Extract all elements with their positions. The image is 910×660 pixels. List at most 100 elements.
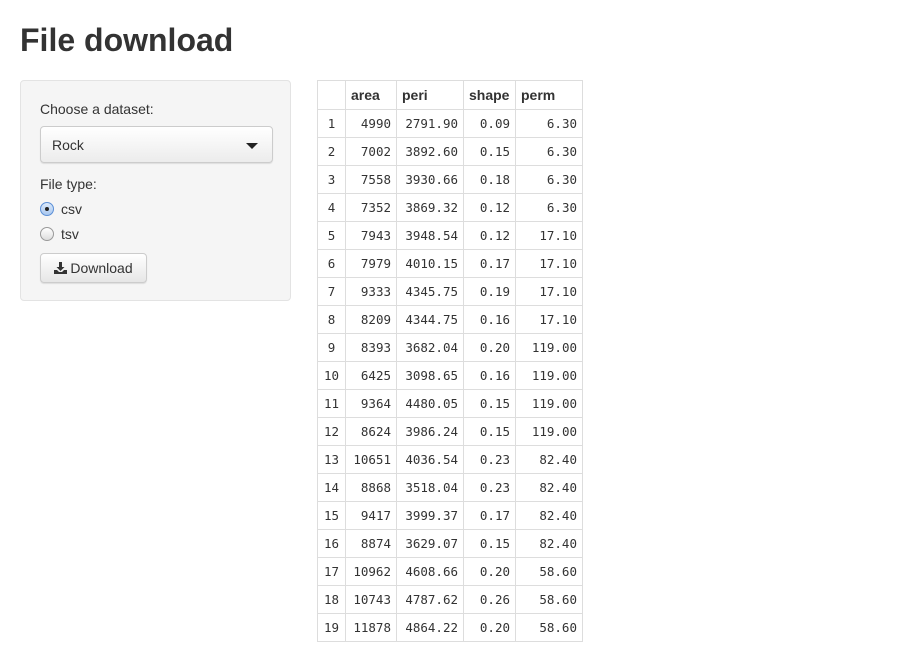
filetype-label: File type: (40, 176, 97, 192)
cell-perm: 17.10 (515, 249, 583, 278)
cell-shape: 0.16 (463, 361, 516, 390)
cell-peri: 3892.60 (396, 137, 464, 166)
cell-perm: 58.60 (515, 557, 583, 586)
cell-shape: 0.15 (463, 529, 516, 558)
table-row: 3 7558 3930.66 0.18 6.30 (317, 165, 583, 194)
cell-area: 6425 (345, 361, 397, 390)
table-row: 1 4990 2791.90 0.09 6.30 (317, 109, 583, 138)
radio-csv-label: csv (61, 201, 82, 217)
cell-area: 9333 (345, 277, 397, 306)
table-row: 17 10962 4608.66 0.20 58.60 (317, 557, 583, 586)
table-row: 9 8393 3682.04 0.20 119.00 (317, 333, 583, 362)
table-row: 16 8874 3629.07 0.15 82.40 (317, 529, 583, 558)
table-row: 6 7979 4010.15 0.17 17.10 (317, 249, 583, 278)
cell-perm: 17.10 (515, 221, 583, 250)
sidebar-panel: Choose a dataset: Rock File type: csv ts… (20, 80, 291, 301)
cell-perm: 119.00 (515, 389, 583, 418)
cell-row-index: 8 (317, 305, 346, 334)
cell-shape: 0.23 (463, 473, 516, 502)
cell-row-index: 9 (317, 333, 346, 362)
column-header-peri[interactable]: peri (396, 80, 464, 110)
cell-peri: 2791.90 (396, 109, 464, 138)
table-row: 19 11878 4864.22 0.20 58.60 (317, 613, 583, 642)
cell-row-index: 17 (317, 557, 346, 586)
column-header-shape[interactable]: shape (463, 80, 516, 110)
cell-peri: 3869.32 (396, 193, 464, 222)
dataset-select-value: Rock (52, 137, 84, 153)
cell-row-index: 7 (317, 277, 346, 306)
cell-peri: 4010.15 (396, 249, 464, 278)
cell-shape: 0.16 (463, 305, 516, 334)
table-row: 14 8868 3518.04 0.23 82.40 (317, 473, 583, 502)
cell-perm: 82.40 (515, 473, 583, 502)
cell-perm: 82.40 (515, 501, 583, 530)
cell-shape: 0.17 (463, 501, 516, 530)
column-header-area[interactable]: area (345, 80, 397, 110)
radio-unselected-icon[interactable] (40, 227, 54, 241)
cell-peri: 4036.54 (396, 445, 464, 474)
cell-peri: 3948.54 (396, 221, 464, 250)
table-row: 18 10743 4787.62 0.26 58.60 (317, 585, 583, 614)
cell-row-index: 14 (317, 473, 346, 502)
cell-row-index: 12 (317, 417, 346, 446)
cell-area: 4990 (345, 109, 397, 138)
table-row: 10 6425 3098.65 0.16 119.00 (317, 361, 583, 390)
cell-peri: 4864.22 (396, 613, 464, 642)
cell-perm: 58.60 (515, 585, 583, 614)
cell-shape: 0.20 (463, 557, 516, 586)
cell-area: 8209 (345, 305, 397, 334)
table-row: 4 7352 3869.32 0.12 6.30 (317, 193, 583, 222)
cell-peri: 3682.04 (396, 333, 464, 362)
cell-shape: 0.20 (463, 613, 516, 642)
cell-peri: 3930.66 (396, 165, 464, 194)
table-row: 12 8624 3986.24 0.15 119.00 (317, 417, 583, 446)
cell-area: 8868 (345, 473, 397, 502)
cell-area: 10743 (345, 585, 397, 614)
cell-row-index: 19 (317, 613, 346, 642)
page-title: File download (20, 22, 234, 58)
cell-peri: 4344.75 (396, 305, 464, 334)
radio-tsv-label: tsv (61, 226, 79, 242)
cell-perm: 17.10 (515, 277, 583, 306)
cell-shape: 0.18 (463, 165, 516, 194)
column-header-index (317, 80, 346, 110)
data-table: area peri shape perm 1 4990 2791.90 0.09 6.3… (317, 80, 583, 642)
download-button[interactable]: Download (40, 253, 147, 283)
table-row: 13 10651 4036.54 0.23 82.40 (317, 445, 583, 474)
radio-csv[interactable]: csv (40, 201, 82, 217)
column-header-perm[interactable]: perm (515, 80, 583, 110)
table-row: 2 7002 3892.60 0.15 6.30 (317, 137, 583, 166)
dataset-select[interactable]: Rock (40, 126, 273, 163)
cell-shape: 0.15 (463, 389, 516, 418)
cell-shape: 0.12 (463, 193, 516, 222)
cell-perm: 119.00 (515, 333, 583, 362)
cell-row-index: 3 (317, 165, 346, 194)
cell-shape: 0.23 (463, 445, 516, 474)
cell-peri: 3518.04 (396, 473, 464, 502)
radio-tsv[interactable]: tsv (40, 226, 79, 242)
chevron-down-icon (246, 143, 258, 149)
cell-peri: 3629.07 (396, 529, 464, 558)
cell-perm: 6.30 (515, 109, 583, 138)
cell-peri: 4787.62 (396, 585, 464, 614)
cell-perm: 82.40 (515, 445, 583, 474)
cell-perm: 119.00 (515, 361, 583, 390)
cell-perm: 82.40 (515, 529, 583, 558)
cell-area: 7002 (345, 137, 397, 166)
table-row: 7 9333 4345.75 0.19 17.10 (317, 277, 583, 306)
cell-area: 10962 (345, 557, 397, 586)
cell-peri: 4345.75 (396, 277, 464, 306)
cell-row-index: 11 (317, 389, 346, 418)
download-button-label: Download (70, 260, 133, 276)
radio-selected-icon[interactable] (40, 202, 54, 216)
download-icon (54, 262, 68, 274)
cell-shape: 0.15 (463, 137, 516, 166)
cell-row-index: 10 (317, 361, 346, 390)
cell-peri: 3986.24 (396, 417, 464, 446)
cell-perm: 17.10 (515, 305, 583, 334)
cell-shape: 0.09 (463, 109, 516, 138)
cell-row-index: 16 (317, 529, 346, 558)
cell-peri: 3098.65 (396, 361, 464, 390)
cell-peri: 3999.37 (396, 501, 464, 530)
cell-area: 11878 (345, 613, 397, 642)
